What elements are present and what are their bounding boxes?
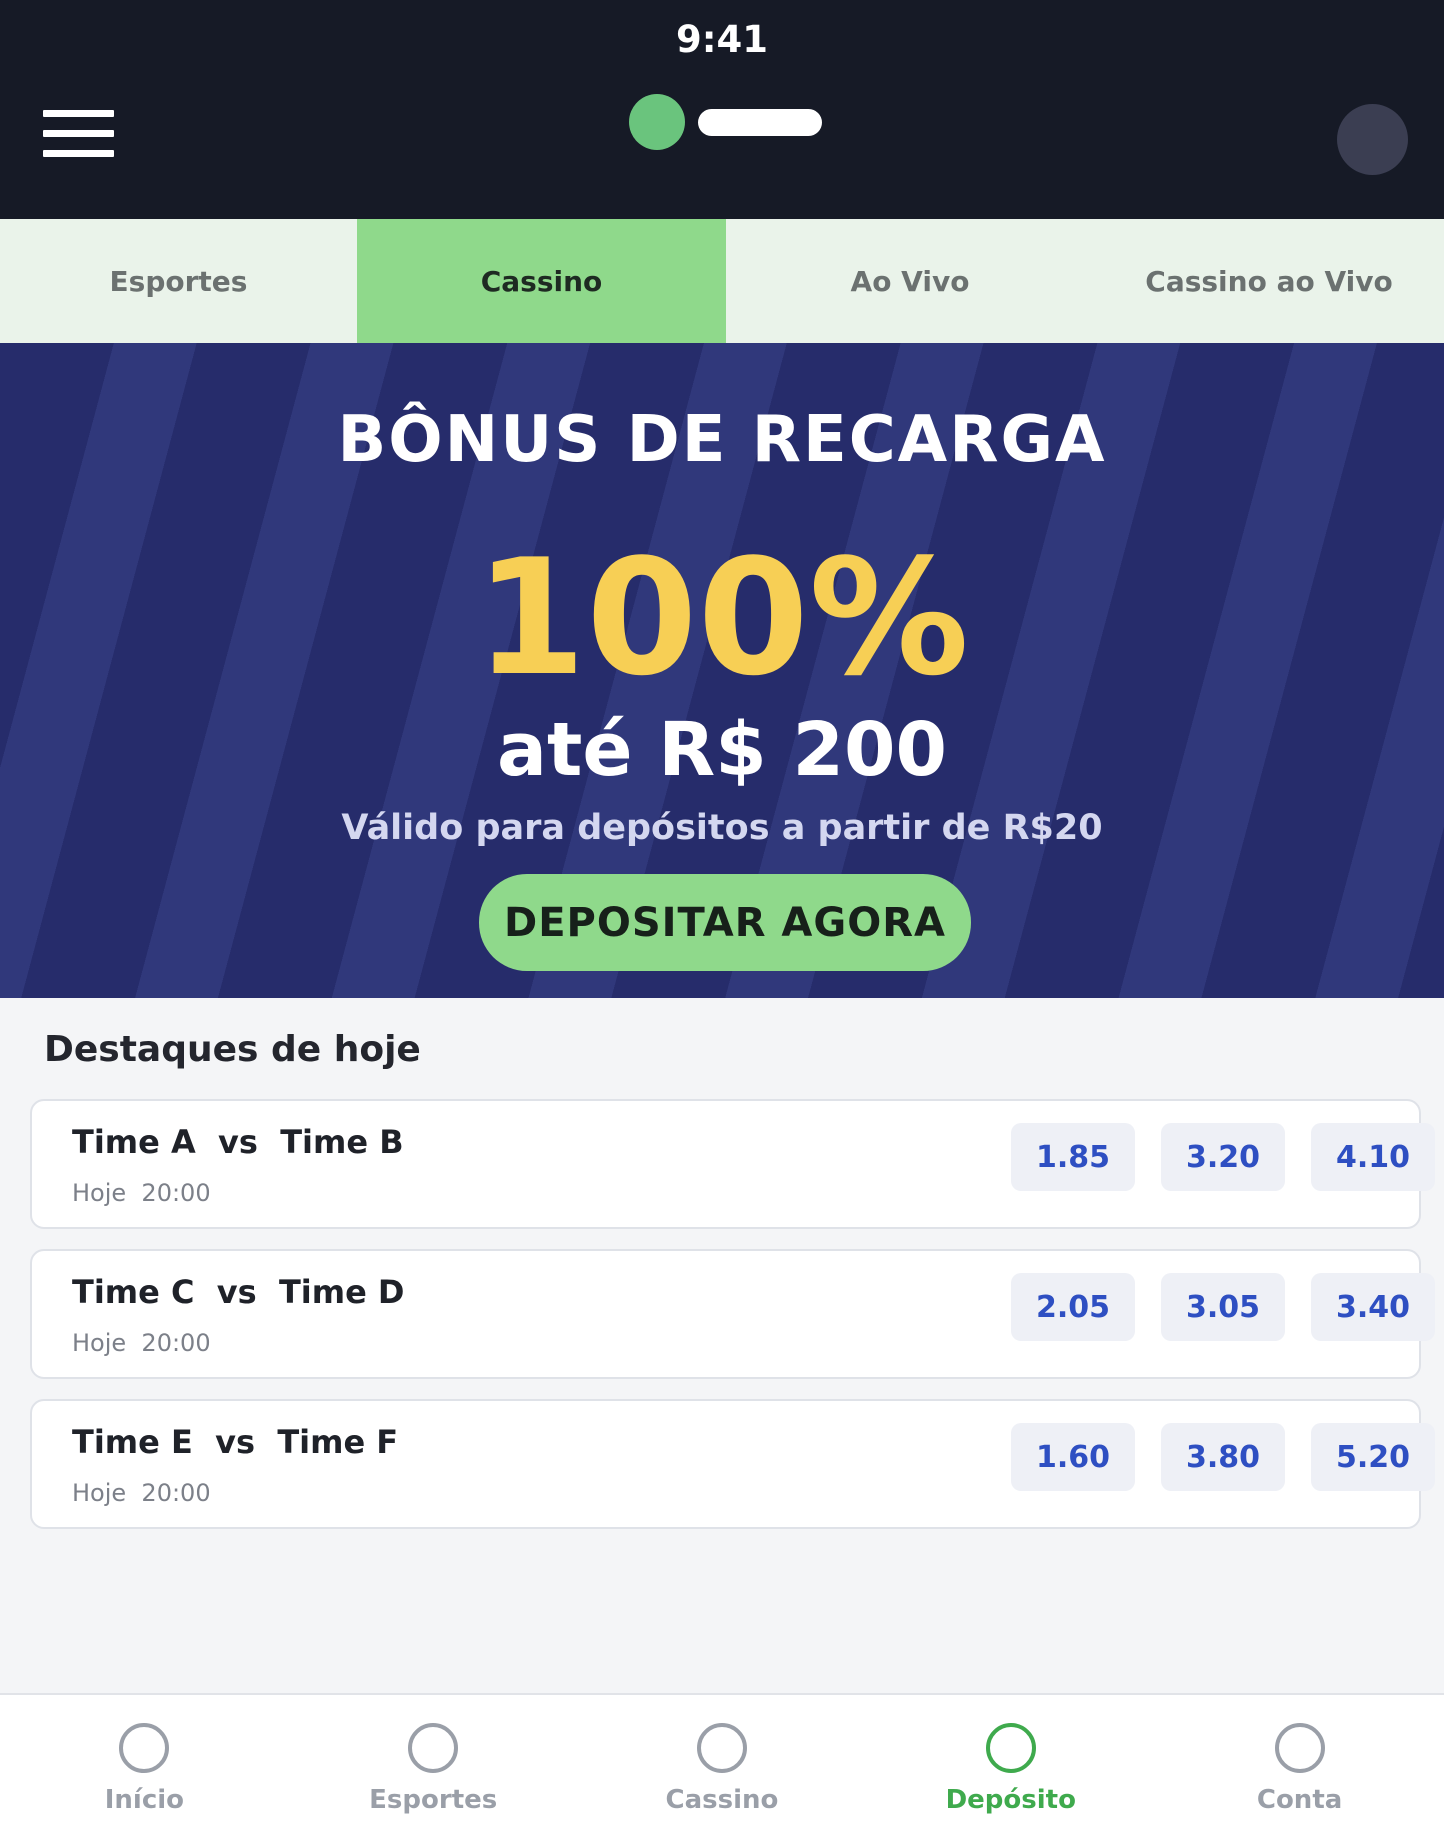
sports-circle-icon: [408, 1723, 459, 1773]
match-time: Hoje 20:00: [72, 1479, 211, 1507]
odds-away-button[interactable]: 5.20: [1311, 1423, 1435, 1491]
bottom-nav: Início Esportes Cassino Depósito Conta: [0, 1693, 1444, 1827]
banner-title: BÔNUS DE RECARGA: [337, 403, 1107, 477]
odds-home-button[interactable]: 2.05: [1011, 1273, 1135, 1341]
avatar[interactable]: [1337, 104, 1408, 175]
match-name: Time C vs Time D: [72, 1273, 405, 1311]
odds-draw-button[interactable]: 3.20: [1161, 1123, 1285, 1191]
category-tabs: Esportes Cassino Ao Vivo Cassino ao Vivo: [0, 219, 1444, 343]
odds-home-button[interactable]: 1.60: [1011, 1423, 1135, 1491]
nav-label: Conta: [1256, 1785, 1343, 1815]
tab-esportes[interactable]: Esportes: [0, 219, 357, 343]
match-time: Hoje 20:00: [72, 1179, 211, 1207]
hamburger-menu-icon[interactable]: [43, 110, 114, 160]
nav-item-esportes[interactable]: Esportes: [289, 1695, 578, 1827]
match-name: Time A vs Time B: [72, 1123, 404, 1161]
nav-item-deposito[interactable]: Depósito: [866, 1695, 1155, 1827]
banner-note: Válido para depósitos a partir de R$20: [341, 808, 1103, 848]
match-time: Hoje 20:00: [72, 1329, 211, 1357]
match-name: Time E vs Time F: [72, 1423, 399, 1461]
odds-draw-button[interactable]: 3.80: [1161, 1423, 1285, 1491]
status-time: 9:41: [675, 18, 769, 61]
promo-banner: BÔNUS DE RECARGA 100% até R$ 200 Válido …: [0, 343, 1444, 998]
deposit-circle-icon: [985, 1723, 1036, 1773]
nav-label: Depósito: [945, 1785, 1076, 1815]
casino-circle-icon: [696, 1723, 747, 1773]
nav-label: Cassino: [665, 1785, 779, 1815]
match-card[interactable]: Time E vs Time F Hoje 20:00 1.60 3.80 5.…: [30, 1399, 1435, 1529]
nav-label: Esportes: [369, 1785, 498, 1815]
nav-label: Início: [104, 1785, 185, 1815]
nav-item-cassino[interactable]: Cassino: [578, 1695, 867, 1827]
deposit-now-button[interactable]: DEPOSITAR AGORA: [479, 874, 971, 971]
logo-dot-icon: [629, 94, 685, 150]
tab-cassino[interactable]: Cassino: [357, 219, 726, 343]
nav-item-inicio[interactable]: Início: [0, 1695, 289, 1827]
banner-amount: até R$ 200: [497, 707, 947, 793]
odds-away-button[interactable]: 3.40: [1311, 1273, 1435, 1341]
tab-ao-vivo[interactable]: Ao Vivo: [726, 219, 1094, 343]
top-bar: 9:41: [0, 0, 1444, 219]
odds-away-button[interactable]: 4.10: [1311, 1123, 1435, 1191]
match-card[interactable]: Time C vs Time D Hoje 20:00 2.05 3.05 3.…: [30, 1249, 1435, 1379]
odds-draw-button[interactable]: 3.05: [1161, 1273, 1285, 1341]
banner-percent: 100%: [474, 524, 970, 711]
logo-wordmark-placeholder: [698, 109, 822, 136]
tab-cassino-ao-vivo[interactable]: Cassino ao Vivo: [1094, 219, 1444, 343]
match-card[interactable]: Time A vs Time B Hoje 20:00 1.85 3.20 4.…: [30, 1099, 1435, 1229]
section-title: Destaques de hoje: [44, 1029, 421, 1070]
account-circle-icon: [1274, 1723, 1325, 1773]
home-circle-icon: [119, 1723, 170, 1773]
odds-home-button[interactable]: 1.85: [1011, 1123, 1135, 1191]
nav-item-conta[interactable]: Conta: [1155, 1695, 1444, 1827]
